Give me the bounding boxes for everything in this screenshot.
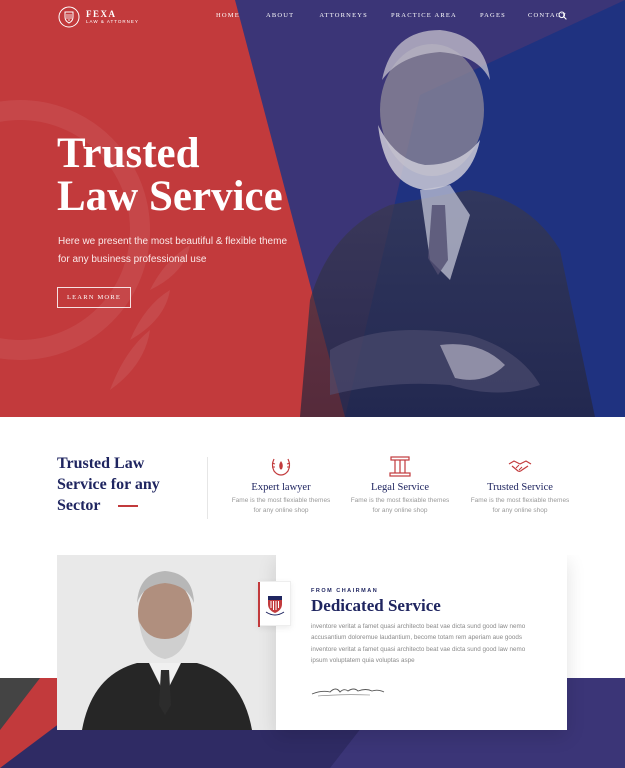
nav-attorneys[interactable]: ATTORNEYS bbox=[319, 12, 368, 19]
feature-title: Trusted Service bbox=[487, 482, 553, 493]
feature-desc-line1: Fame is the most flexiable themes bbox=[231, 497, 331, 504]
column-icon bbox=[389, 456, 411, 477]
feature-desc-line1: Fame is the most flexiable themes bbox=[350, 497, 450, 504]
feature-desc-line2: for any online shop bbox=[253, 507, 309, 514]
chairman-eyebrow: FROM CHAIRMAN bbox=[311, 588, 379, 594]
nav-about[interactable]: ABOUT bbox=[266, 12, 294, 19]
feature-desc: Fame is the most flexiable themes for an… bbox=[345, 496, 455, 516]
feature-legal-service[interactable]: Legal Service Fame is the most flexiable… bbox=[345, 455, 455, 516]
hero-subtitle-line1: Here we present the most beautiful & fle… bbox=[58, 236, 288, 247]
brand-tagline: LAW & ATTORNEY bbox=[86, 19, 139, 24]
chairman-badge bbox=[258, 581, 291, 627]
hero-subtitle-line2: for any business professional use bbox=[58, 254, 207, 265]
features-section: Trusted Law Service for any Sector Exper… bbox=[0, 417, 625, 555]
feature-desc-line2: for any online shop bbox=[372, 507, 428, 514]
chairman-text-line: inventore veritat a famet quasi architec… bbox=[311, 645, 526, 653]
chairman-title: Dedicated Service bbox=[311, 596, 441, 615]
badge-accent-bar bbox=[258, 582, 260, 627]
signature-image bbox=[311, 688, 385, 697]
feature-desc-line2: for any online shop bbox=[492, 507, 548, 514]
main-nav: HOME ABOUT ATTORNEYS PRACTICE AREA PAGES… bbox=[216, 12, 589, 19]
nav-home[interactable]: HOME bbox=[216, 12, 240, 19]
chairman-text-line: inventore veritat a famet quasi architec… bbox=[311, 623, 526, 630]
hero-subtitle: Here we present the most beautiful & fle… bbox=[58, 233, 318, 269]
shield-logo-icon bbox=[58, 6, 80, 28]
search-icon[interactable] bbox=[558, 11, 567, 20]
intro-accent-dash bbox=[118, 505, 138, 507]
laurel-flame-icon bbox=[271, 458, 291, 476]
hero-title: Trusted Law Service bbox=[57, 132, 357, 218]
hero-section: FEXA LAW & ATTORNEY HOME ABOUT ATTORNEYS… bbox=[0, 0, 625, 417]
chairman-text-line: ipsum voluptatem quia voluptas aspe bbox=[311, 656, 415, 664]
nav-pages[interactable]: PAGES bbox=[480, 12, 506, 19]
feature-title: Expert lawyer bbox=[251, 482, 311, 493]
intro-line2: Service for any bbox=[57, 476, 160, 493]
intro-line1: Trusted Law bbox=[57, 455, 145, 472]
brand-logo[interactable]: FEXA LAW & ATTORNEY bbox=[58, 6, 139, 28]
feature-desc-line1: Fame is the most flexiable themes bbox=[470, 497, 570, 504]
learn-more-button[interactable]: LEARN MORE bbox=[57, 287, 131, 308]
hero-title-line1: Trusted bbox=[57, 130, 200, 177]
site-header: FEXA LAW & ATTORNEY HOME ABOUT ATTORNEYS… bbox=[0, 0, 625, 34]
feature-desc: Fame is the most flexiable themes for an… bbox=[226, 496, 336, 516]
handshake-icon bbox=[508, 460, 532, 472]
shield-crest-icon bbox=[265, 595, 284, 615]
chairman-portrait bbox=[57, 555, 276, 730]
chairman-text-line: accusantium doloremue laudantium, become… bbox=[311, 634, 523, 642]
feature-title: Legal Service bbox=[370, 482, 429, 493]
nav-practice-area[interactable]: PRACTICE AREA bbox=[391, 12, 457, 19]
feature-trusted-service[interactable]: Trusted Service Fame is the most flexiab… bbox=[465, 455, 575, 516]
feature-desc: Fame is the most flexiable themes for an… bbox=[465, 496, 575, 516]
section-divider bbox=[207, 457, 208, 519]
feature-expert-lawyer[interactable]: Expert lawyer Fame is the most flexiable… bbox=[226, 455, 336, 516]
chairman-text: inventore veritat a famet quasi architec… bbox=[311, 621, 551, 666]
brand-name: FEXA bbox=[86, 9, 117, 19]
chairman-section: FROM CHAIRMAN Dedicated Service inventor… bbox=[0, 555, 625, 768]
chairman-photo bbox=[57, 555, 276, 730]
hero-title-line2: Law Service bbox=[57, 173, 283, 220]
